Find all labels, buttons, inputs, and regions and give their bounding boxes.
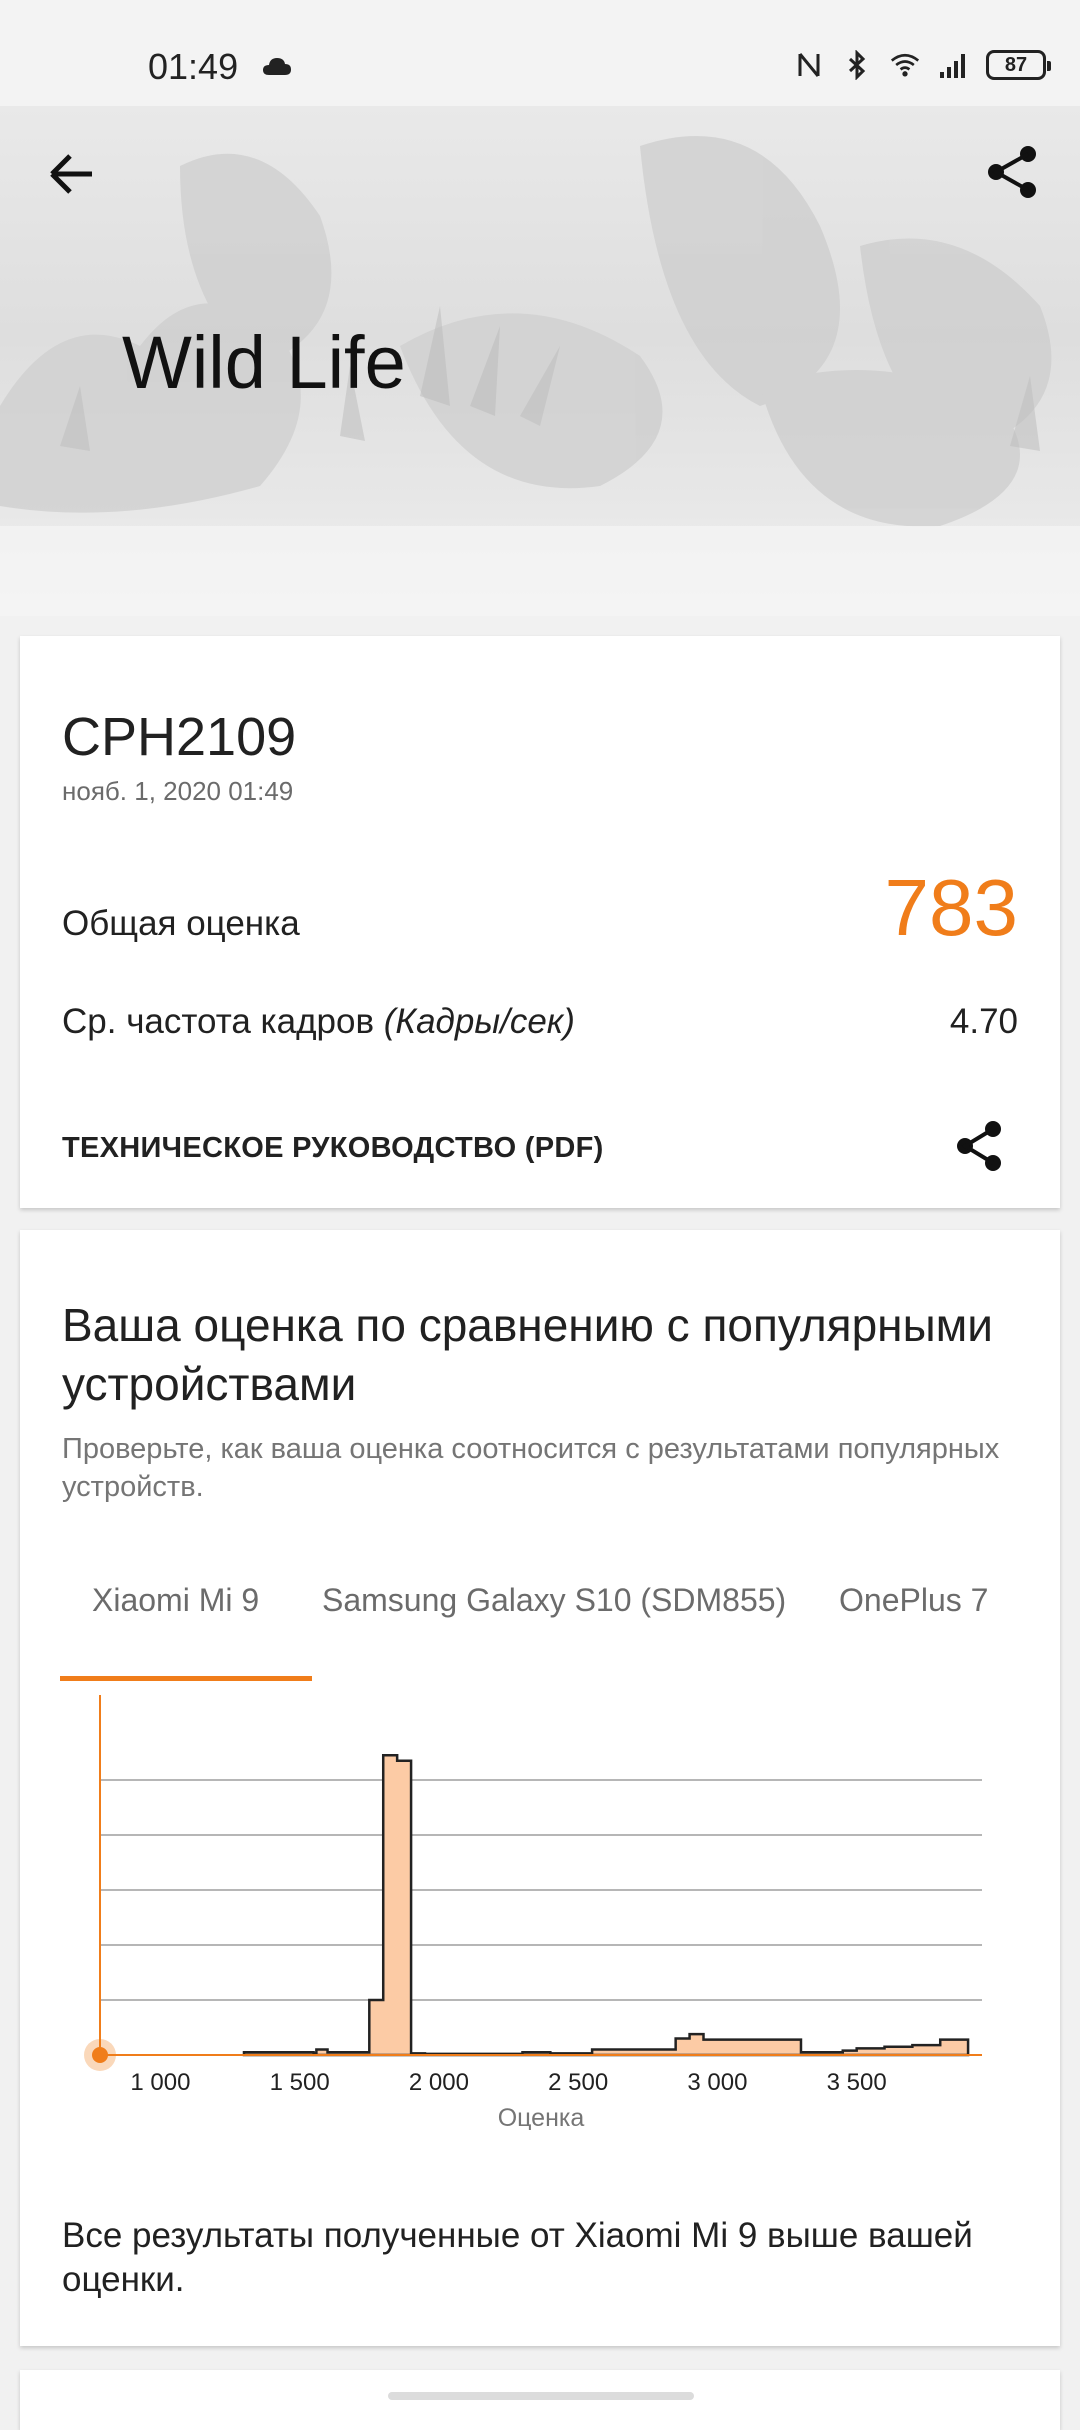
x-tick-label: 3 500 bbox=[827, 2069, 887, 2096]
fps-value: 4.70 bbox=[949, 1002, 1018, 1041]
share-icon[interactable] bbox=[952, 1118, 1006, 1174]
tech-guide-link[interactable]: ТЕХНИЧЕСКОЕ РУКОВОДСТВО (PDF) bbox=[62, 1132, 604, 1165]
next-card bbox=[20, 2370, 1060, 2430]
tab-oneplus-7[interactable]: OnePlus 7 bbox=[839, 1570, 988, 1680]
comparison-title: Ваша оценка по сравнению с популярными у… bbox=[62, 1299, 993, 1410]
comparison-card: Ваша оценка по сравнению с популярными у… bbox=[20, 1230, 1060, 2346]
back-button[interactable] bbox=[44, 146, 100, 202]
battery-icon: 87 bbox=[986, 50, 1051, 80]
result-date: нояб. 1, 2020 01:49 bbox=[62, 776, 294, 806]
comparison-summary: Все результаты полученные от Xiaomi Mi 9… bbox=[62, 2216, 973, 2299]
x-tick-label: 2 500 bbox=[548, 2069, 608, 2096]
x-tick-label: 2 000 bbox=[409, 2069, 469, 2096]
tab-samsung-galaxy-s10[interactable]: Samsung Galaxy S10 (SDM855) bbox=[322, 1570, 786, 1680]
your-score-marker bbox=[92, 2047, 108, 2063]
result-card: CPH2109 нояб. 1, 2020 01:49 Общая оценка… bbox=[20, 636, 1060, 1208]
x-axis-label: Оценка bbox=[498, 2104, 585, 2130]
status-bar: 01:49 87 bbox=[0, 0, 1080, 106]
x-tick-label: 1 000 bbox=[130, 2069, 190, 2096]
cloud-icon bbox=[263, 58, 291, 75]
comparison-subtitle: Проверьте, как ваша оценка соотносится с… bbox=[62, 1433, 1000, 1503]
x-tick-label: 1 500 bbox=[270, 2069, 330, 2096]
status-icons: 87 bbox=[794, 50, 1051, 80]
overall-score-value: 783 bbox=[884, 863, 1018, 952]
fps-unit: (Кадры/сек) bbox=[383, 1002, 575, 1041]
nfc-icon bbox=[798, 53, 820, 77]
hero-banner: Wild Life bbox=[0, 106, 1080, 616]
device-tabs: Xiaomi Mi 9 Samsung Galaxy S10 (SDM855) … bbox=[20, 1570, 1060, 1681]
signal-icon bbox=[940, 54, 965, 78]
tab-selected-indicator bbox=[60, 1676, 312, 1681]
battery-level: 87 bbox=[1004, 53, 1028, 76]
bluetooth-icon bbox=[848, 50, 866, 80]
chart-distribution-area bbox=[242, 1754, 970, 2057]
fps-label-text: Ср. частота кадров bbox=[62, 1002, 375, 1041]
sheet-handle[interactable] bbox=[388, 2392, 694, 2400]
overall-score-label: Общая оценка bbox=[62, 904, 300, 943]
x-tick-label: 3 000 bbox=[687, 2069, 747, 2096]
page-title: Wild Life bbox=[122, 321, 406, 404]
status-time: 01:49 bbox=[148, 46, 239, 87]
fps-label: Ср. частота кадров (Кадры/сек) bbox=[62, 1002, 575, 1042]
score-distribution-chart: 1 000 1 500 2 000 2 500 3 000 3 500 Оценка bbox=[84, 1695, 982, 2130]
device-name: CPH2109 bbox=[62, 707, 297, 767]
share-button[interactable] bbox=[982, 142, 1042, 202]
tab-xiaomi-mi-9[interactable]: Xiaomi Mi 9 bbox=[92, 1570, 259, 1680]
wifi-icon bbox=[890, 53, 920, 77]
